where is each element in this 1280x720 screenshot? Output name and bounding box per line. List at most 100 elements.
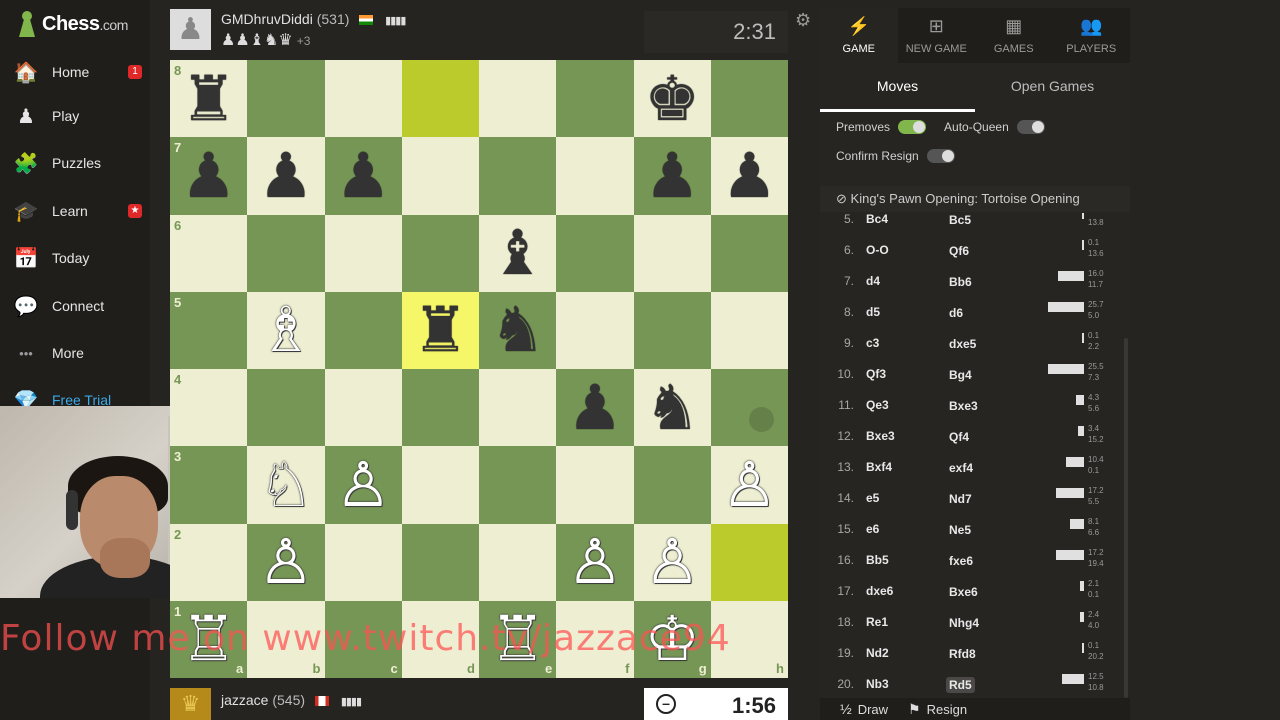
- black-move[interactable]: Bc5: [946, 213, 974, 228]
- square-h6[interactable]: [710, 214, 788, 292]
- square-c2[interactable]: [324, 523, 402, 601]
- move-list-scrollbar[interactable]: [1124, 338, 1128, 698]
- confirm-resign-toggle[interactable]: [926, 149, 955, 163]
- white-piece-c3[interactable]: ♙: [325, 446, 402, 523]
- square-g3[interactable]: [633, 446, 711, 524]
- square-f3[interactable]: [556, 446, 634, 524]
- square-g2[interactable]: ♙: [633, 523, 711, 601]
- player-name[interactable]: jazzace: [221, 692, 268, 708]
- square-g5[interactable]: [633, 291, 711, 369]
- black-piece-e6[interactable]: ♝: [479, 215, 556, 292]
- white-move[interactable]: d4: [866, 274, 880, 288]
- square-d7[interactable]: [401, 137, 479, 215]
- square-a8[interactable]: 8 ♜: [170, 60, 248, 138]
- white-move[interactable]: Bc4: [866, 213, 888, 226]
- square-a3[interactable]: 3: [170, 446, 248, 524]
- white-move[interactable]: Qe3: [866, 398, 889, 412]
- square-c4[interactable]: [324, 369, 402, 447]
- tab-game[interactable]: ⚡ GAME: [820, 8, 898, 63]
- square-f6[interactable]: [556, 214, 634, 292]
- square-h5[interactable]: [710, 291, 788, 369]
- sidebar-item-today[interactable]: 📅 Today: [12, 240, 148, 276]
- square-c8[interactable]: [324, 60, 402, 138]
- white-move[interactable]: Bxe3: [866, 429, 895, 443]
- square-b8[interactable]: [247, 60, 325, 138]
- black-move[interactable]: Rfd8: [946, 646, 979, 662]
- square-h2[interactable]: [710, 523, 788, 601]
- black-piece-d5[interactable]: ♜: [402, 292, 479, 369]
- white-move[interactable]: dxe6: [866, 584, 893, 598]
- square-d6[interactable]: [401, 214, 479, 292]
- square-f8[interactable]: [556, 60, 634, 138]
- white-move[interactable]: Nb3: [866, 677, 889, 691]
- square-h3[interactable]: ♙: [710, 446, 788, 524]
- square-e1[interactable]: e ♖: [479, 600, 557, 678]
- opening-name-bar[interactable]: ⊘ King's Pawn Opening: Tortoise Opening: [820, 186, 1130, 212]
- square-d2[interactable]: [401, 523, 479, 601]
- black-piece-e5[interactable]: ♞: [479, 292, 556, 369]
- square-f2[interactable]: ♙: [556, 523, 634, 601]
- square-e3[interactable]: [479, 446, 557, 524]
- sidebar-item-connect[interactable]: 💬 Connect: [12, 288, 148, 324]
- square-c6[interactable]: [324, 214, 402, 292]
- square-a4[interactable]: 4: [170, 369, 248, 447]
- black-move[interactable]: Nhg4: [946, 615, 982, 631]
- black-piece-g7[interactable]: ♟: [634, 137, 711, 214]
- black-move[interactable]: Bb6: [946, 274, 975, 290]
- opponent-name[interactable]: GMDhruvDiddi: [221, 11, 313, 27]
- sidebar-item-puzzles[interactable]: 🧩 Puzzles: [12, 145, 148, 181]
- square-e6[interactable]: ♝: [479, 214, 557, 292]
- auto-queen-toggle[interactable]: [1016, 120, 1045, 134]
- square-c7[interactable]: ♟: [324, 137, 402, 215]
- square-f5[interactable]: [556, 291, 634, 369]
- black-move[interactable]: dxe5: [946, 336, 979, 352]
- white-move[interactable]: Nd2: [866, 646, 889, 660]
- black-move[interactable]: Bxe6: [946, 584, 981, 600]
- black-piece-g8[interactable]: ♚: [634, 60, 711, 137]
- square-h1[interactable]: h: [710, 600, 788, 678]
- square-c1[interactable]: c: [324, 600, 402, 678]
- move-hint-dot[interactable]: [748, 407, 774, 432]
- black-move[interactable]: exf4: [946, 460, 976, 476]
- black-move[interactable]: Bxe3: [946, 398, 981, 414]
- sidebar-item-learn[interactable]: 🎓 Learn ★: [12, 193, 148, 229]
- black-move[interactable]: Nd7: [946, 491, 975, 507]
- black-piece-f4[interactable]: ♟: [556, 369, 633, 446]
- black-move[interactable]: Ne5: [946, 522, 974, 538]
- square-e4[interactable]: [479, 369, 557, 447]
- square-d8[interactable]: [401, 60, 479, 138]
- white-piece-g1[interactable]: ♔: [634, 601, 711, 678]
- draw-button[interactable]: ½ Draw: [840, 701, 888, 717]
- square-f7[interactable]: [556, 137, 634, 215]
- tab-moves[interactable]: Moves: [820, 68, 975, 112]
- square-g8[interactable]: ♚: [633, 60, 711, 138]
- square-a7[interactable]: 7 ♟: [170, 137, 248, 215]
- square-a2[interactable]: 2: [170, 523, 248, 601]
- square-c5[interactable]: [324, 291, 402, 369]
- white-piece-f2[interactable]: ♙: [556, 524, 633, 601]
- white-move[interactable]: Qf3: [866, 367, 886, 381]
- white-move[interactable]: Bxf4: [866, 460, 892, 474]
- square-b6[interactable]: [247, 214, 325, 292]
- square-e2[interactable]: [479, 523, 557, 601]
- square-d1[interactable]: d: [401, 600, 479, 678]
- square-g4[interactable]: ♞: [633, 369, 711, 447]
- black-move[interactable]: fxe6: [946, 553, 976, 569]
- white-move[interactable]: O-O: [866, 243, 889, 257]
- white-piece-g2[interactable]: ♙: [634, 524, 711, 601]
- square-g7[interactable]: ♟: [633, 137, 711, 215]
- square-d4[interactable]: [401, 369, 479, 447]
- square-d5[interactable]: ♜: [401, 291, 479, 369]
- square-b3[interactable]: ♘: [247, 446, 325, 524]
- square-c3[interactable]: ♙: [324, 446, 402, 524]
- sidebar-item-more[interactable]: ••• More: [12, 335, 148, 371]
- tab-players[interactable]: 👥 PLAYERS: [1053, 8, 1131, 63]
- resign-button[interactable]: ⚑ Resign: [908, 701, 967, 718]
- square-b1[interactable]: b: [247, 600, 325, 678]
- black-piece-c7[interactable]: ♟: [325, 137, 402, 214]
- player-avatar[interactable]: ♛: [170, 688, 211, 720]
- gear-icon[interactable]: ⚙: [795, 10, 811, 31]
- tab-open-games[interactable]: Open Games: [975, 68, 1130, 112]
- tab-new-game[interactable]: ⊞ NEW GAME: [898, 8, 976, 63]
- square-a5[interactable]: 5: [170, 291, 248, 369]
